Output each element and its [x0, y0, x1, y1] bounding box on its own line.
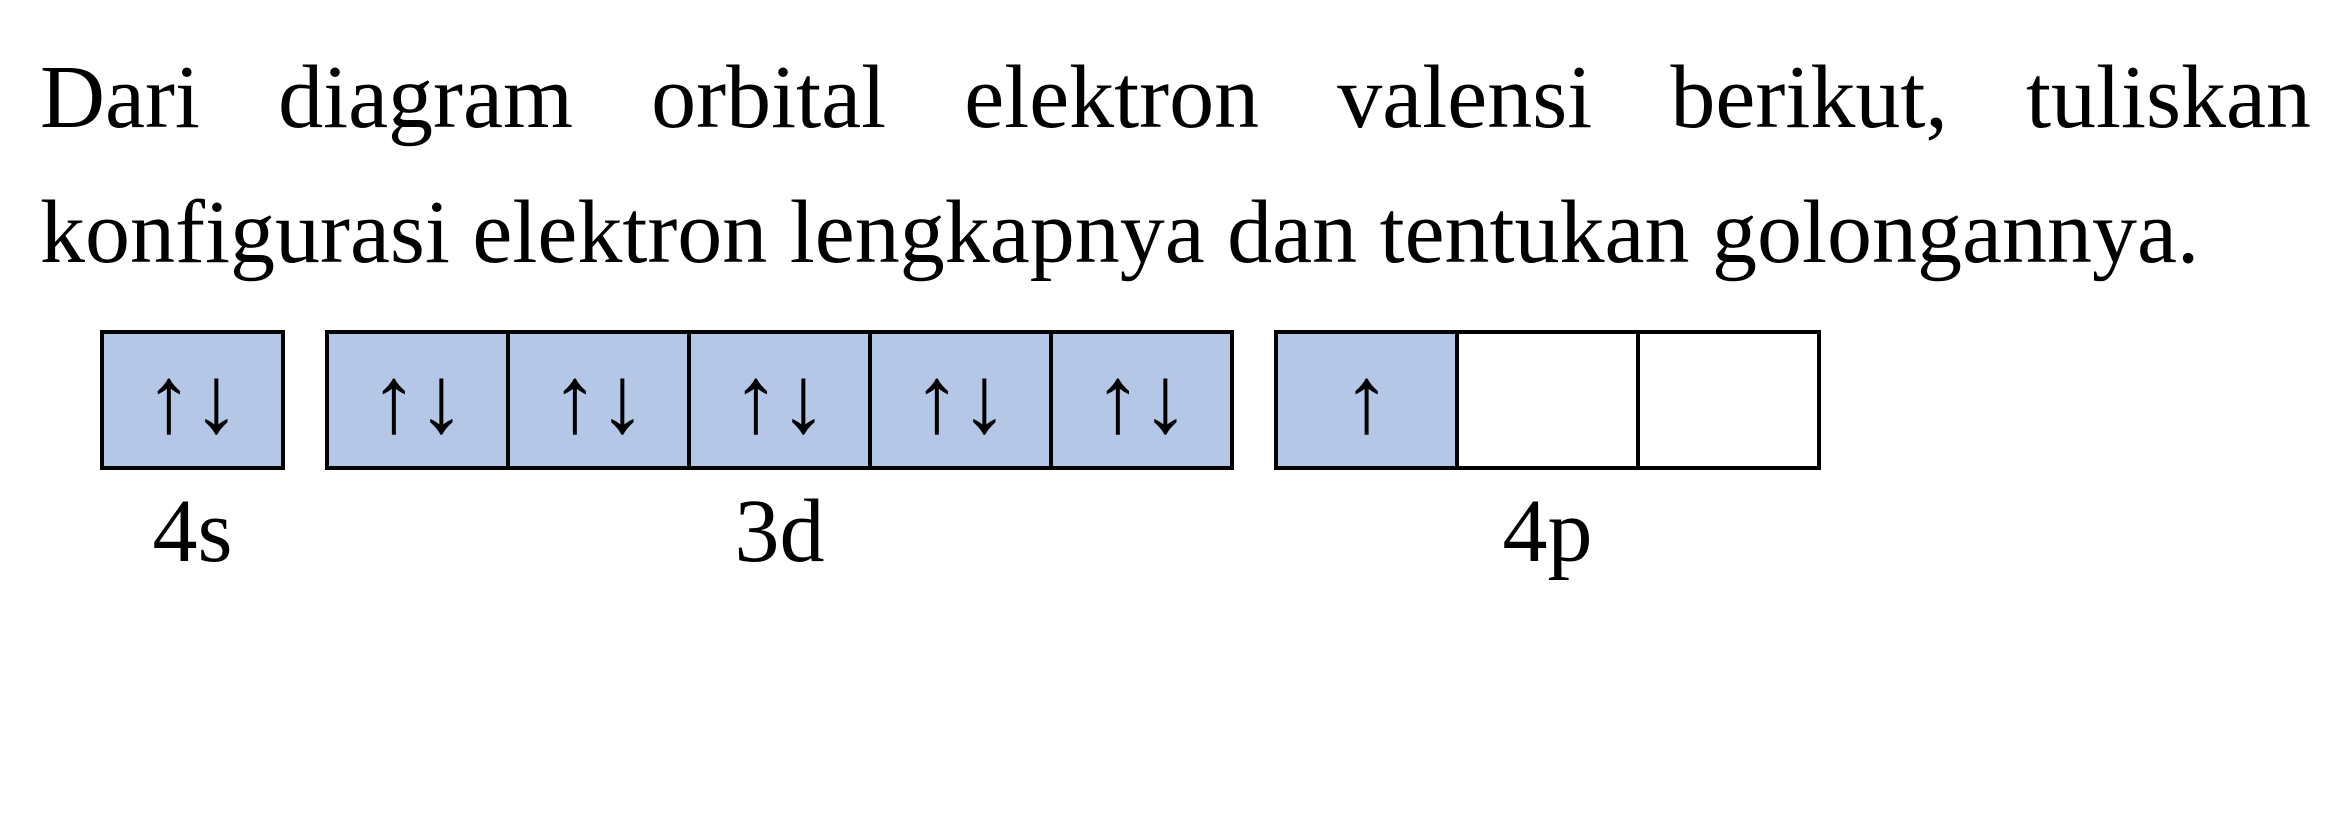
orbital-4p-boxes: ↑ [1274, 330, 1821, 470]
orbital-box: ↑ [1274, 330, 1459, 470]
orbital-box: ↑↓ [506, 330, 691, 470]
electron-arrows: ↑↓ [1094, 345, 1189, 455]
orbital-box: ↑↓ [1049, 330, 1234, 470]
orbital-3d: ↑↓ ↑↓ ↑↓ ↑↓ ↑↓ 3d [325, 330, 1234, 583]
question-text: Dari diagram orbital elektron valensi be… [40, 30, 2311, 300]
electron-arrows: ↑↓ [732, 345, 827, 455]
orbital-4s: ↑↓ 4s [100, 330, 285, 583]
electron-arrows: ↑ [1343, 345, 1391, 455]
orbital-label-4p: 4p [1503, 480, 1593, 583]
electron-arrows: ↑↓ [551, 345, 646, 455]
orbital-box [1636, 330, 1821, 470]
orbital-3d-boxes: ↑↓ ↑↓ ↑↓ ↑↓ ↑↓ [325, 330, 1234, 470]
orbital-box: ↑↓ [868, 330, 1053, 470]
orbital-box: ↑↓ [687, 330, 872, 470]
orbital-diagram: ↑↓ 4s ↑↓ ↑↓ ↑↓ ↑↓ ↑↓ 3d ↑ [40, 330, 2311, 583]
orbital-label-4s: 4s [152, 480, 232, 583]
orbital-box [1455, 330, 1640, 470]
orbital-4s-boxes: ↑↓ [100, 330, 285, 470]
orbital-box: ↑↓ [100, 330, 285, 470]
electron-arrows: ↑↓ [145, 345, 240, 455]
orbital-4p: ↑ 4p [1274, 330, 1821, 583]
orbital-box: ↑↓ [325, 330, 510, 470]
electron-arrows: ↑↓ [370, 345, 465, 455]
electron-arrows: ↑↓ [913, 345, 1008, 455]
orbital-label-3d: 3d [735, 480, 825, 583]
